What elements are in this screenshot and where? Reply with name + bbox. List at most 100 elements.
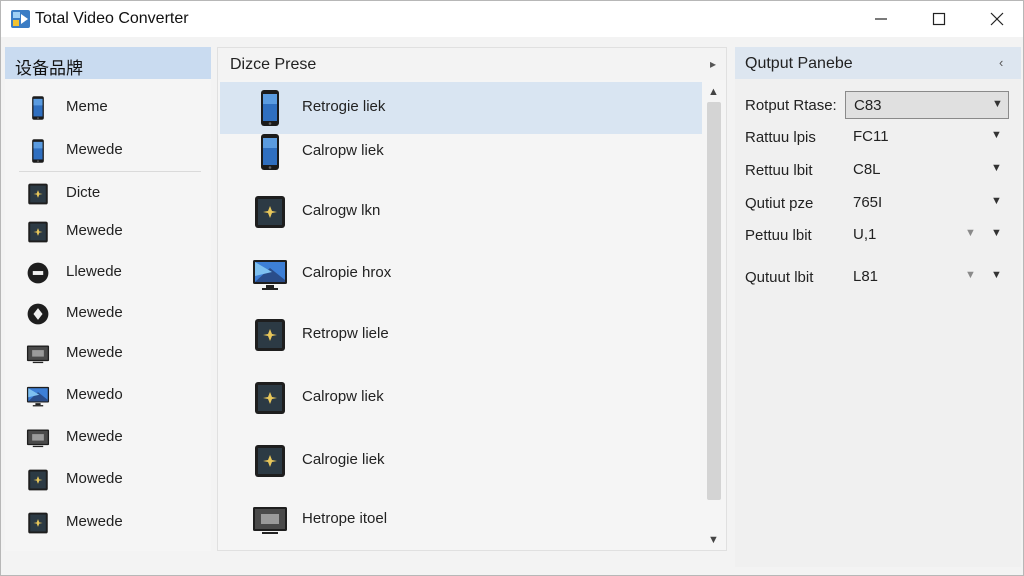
scroll-up-icon[interactable]: ▲ xyxy=(708,86,719,98)
device-preset-item[interactable]: Calrogie liek xyxy=(220,435,702,487)
device-brand-header: 设备品牌 xyxy=(5,47,211,79)
output-option-value: FC11 xyxy=(853,128,889,145)
device-preset-list: Retrogie liek Calropw liek Calrogw lkn Calr… xyxy=(220,82,702,550)
device-brand-label: Mewedo xyxy=(66,386,123,403)
device-brand-item[interactable]: Mewede xyxy=(5,333,211,373)
collapse-left-icon[interactable]: ‹ xyxy=(999,55,1003,70)
output-option-label: Rotput Rtase: xyxy=(745,97,837,114)
device-brand-panel: 设备品牌 Meme Mewede Dicte Mewede Llewede Mewede M… xyxy=(5,47,211,551)
output-option-select[interactable]: C83 ▼ xyxy=(845,91,1009,119)
device-brand-item[interactable]: Mewede xyxy=(5,417,211,457)
device-preset-label: Hetrope itoel xyxy=(302,510,388,527)
round-device-icon xyxy=(25,260,51,286)
device-preset-item[interactable]: Calropie hrox xyxy=(220,248,702,300)
output-option-label: Rattuu lpis xyxy=(745,129,816,146)
device-brand-item[interactable]: Mewede xyxy=(5,211,211,251)
device-brand-label: Mewede xyxy=(66,304,123,321)
device-brand-title: 设备品牌 xyxy=(15,59,83,79)
output-option-select[interactable]: L81 ▼ ▼ xyxy=(845,263,1009,291)
device-preset-label: Calropie hrox xyxy=(302,264,392,281)
device-brand-item[interactable]: Dicte xyxy=(5,173,211,213)
output-option-value: C83 xyxy=(854,97,882,114)
output-option-row: Qutuut lbit L81 ▼ ▼ xyxy=(735,263,1021,293)
chevron-down-icon[interactable]: ▼ xyxy=(965,227,976,239)
output-option-select[interactable]: 765I ▼ xyxy=(845,189,1009,217)
device-preset-item[interactable]: Hetrope itoel xyxy=(220,494,702,546)
device-brand-label: Mewede xyxy=(66,222,123,239)
output-option-value: 765I xyxy=(853,194,883,211)
device-brand-label: Mewede xyxy=(66,141,123,158)
tv-icon xyxy=(250,500,290,540)
output-settings-title: Qutput Panebe xyxy=(745,55,853,72)
device-brand-item[interactable]: Mewede xyxy=(5,293,211,333)
device-preset-item[interactable]: Calropw liek xyxy=(220,372,702,424)
device-brand-label: Meme xyxy=(66,98,108,115)
preset-scrollbar[interactable]: ▲ ▼ xyxy=(704,82,724,550)
diamond-device-icon xyxy=(25,301,51,327)
scroll-down-icon[interactable]: ▼ xyxy=(708,534,719,546)
chevron-down-icon[interactable]: ▼ xyxy=(965,269,976,281)
tablet-icon xyxy=(25,181,51,207)
output-option-select[interactable]: FC11 ▼ xyxy=(845,123,1009,151)
tv-icon xyxy=(25,341,51,367)
chevron-down-icon[interactable]: ▼ xyxy=(991,129,1002,141)
close-icon xyxy=(990,12,1004,26)
device-preset-label: Calrogie liek xyxy=(302,451,385,468)
device-brand-item[interactable]: Mewedo xyxy=(5,375,211,415)
device-preset-item[interactable]: Retropw liele xyxy=(220,309,702,361)
tv-icon xyxy=(25,425,51,451)
device-preset-panel: Dizce Prese ▸ Retrogie liek Calropw liek C… xyxy=(217,47,727,551)
output-option-label: Pettuu lbit xyxy=(745,227,812,244)
device-brand-label: Mewede xyxy=(66,344,123,361)
output-option-row: Pettuu lbit U,1 ▼ ▼ xyxy=(735,221,1021,251)
device-brand-label: Mewede xyxy=(66,428,123,445)
output-option-label: Qutiut pze xyxy=(745,195,814,212)
maximize-button[interactable] xyxy=(909,1,969,37)
monitor-icon xyxy=(250,254,290,294)
output-settings-panel: Qutput Panebe ‹ Rotput Rtase: C83 ▼ Rattuu … xyxy=(735,47,1021,567)
expand-right-icon[interactable]: ▸ xyxy=(710,57,716,71)
device-preset-item[interactable]: Calropw liek xyxy=(220,126,702,178)
maximize-icon xyxy=(932,12,946,26)
minimize-button[interactable] xyxy=(851,1,911,37)
divider xyxy=(19,171,201,172)
tablet-icon xyxy=(25,219,51,245)
device-brand-item[interactable]: Meme xyxy=(5,87,211,127)
phone-icon xyxy=(25,138,51,164)
output-option-label: Rettuu lbit xyxy=(745,162,813,179)
tablet-icon xyxy=(25,510,51,536)
device-preset-label: Calrogw lkn xyxy=(302,202,381,219)
chevron-down-icon[interactable]: ▼ xyxy=(992,98,1003,110)
device-brand-label: Dicte xyxy=(66,184,101,201)
output-option-row: Rotput Rtase: C83 ▼ xyxy=(735,91,1021,121)
device-brand-label: Mowede xyxy=(66,470,123,487)
device-preset-label: Retropw liele xyxy=(302,325,389,342)
window-title: Total Video Converter xyxy=(35,10,189,27)
device-brand-label: Mewede xyxy=(66,513,123,530)
tablet-icon xyxy=(250,192,290,232)
device-brand-item[interactable]: Mowede xyxy=(5,459,211,499)
phone-icon xyxy=(250,88,290,128)
output-option-select[interactable]: U,1 ▼ ▼ xyxy=(845,221,1009,249)
device-preset-header: Dizce Prese ▸ xyxy=(218,48,726,80)
output-option-label: Qutuut lbit xyxy=(745,269,814,286)
output-option-row: Qutiut pze 765I ▼ xyxy=(735,189,1021,219)
chevron-down-icon[interactable]: ▼ xyxy=(991,162,1002,174)
app-window: Total Video Converter 设备品牌 Meme Mewede Dic… xyxy=(0,0,1024,576)
chevron-down-icon[interactable]: ▼ xyxy=(991,195,1002,207)
minimize-icon xyxy=(875,18,887,20)
device-brand-item[interactable]: Mewede xyxy=(5,502,211,542)
device-preset-item[interactable]: Calrogw lkn xyxy=(220,186,702,238)
scrollbar-thumb[interactable] xyxy=(707,102,721,500)
chevron-down-icon[interactable]: ▼ xyxy=(991,269,1002,281)
tablet-icon xyxy=(250,378,290,418)
chevron-down-icon[interactable]: ▼ xyxy=(991,227,1002,239)
output-option-select[interactable]: C8L ▼ xyxy=(845,156,1009,184)
device-preset-label: Retrogie liek xyxy=(302,98,386,115)
close-button[interactable] xyxy=(967,1,1024,37)
tablet-icon xyxy=(250,315,290,355)
output-option-value: U,1 xyxy=(853,226,877,243)
output-option-value: L81 xyxy=(853,268,879,285)
device-brand-item[interactable]: Mewede xyxy=(5,130,211,170)
device-brand-item[interactable]: Llewede xyxy=(5,252,211,292)
